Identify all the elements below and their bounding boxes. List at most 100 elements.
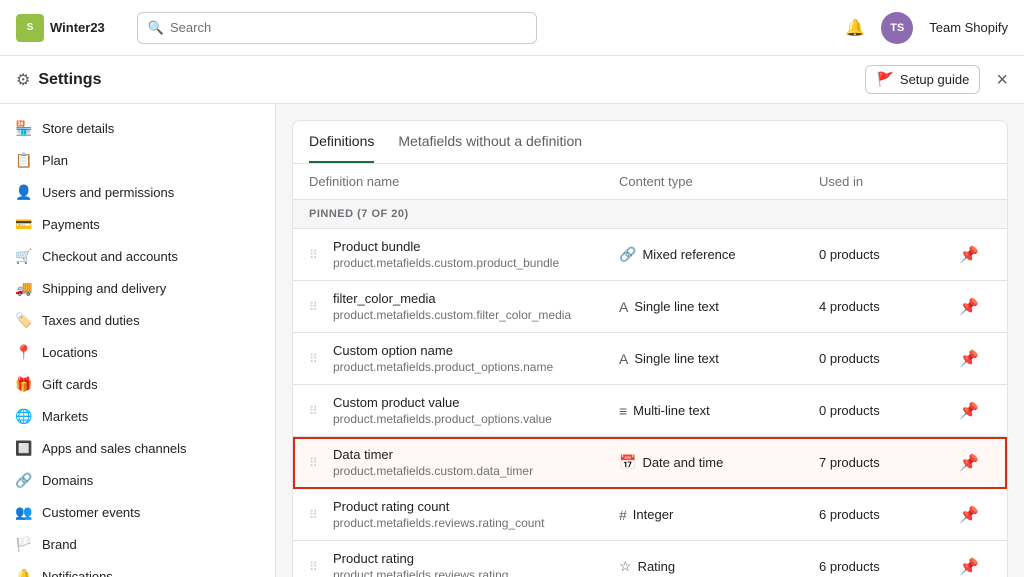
drag-handle-icon[interactable]: ⠿ — [309, 300, 333, 314]
pin-button-custom-product-value[interactable]: 📌 — [959, 401, 991, 421]
notifications-nav-icon: 🔔 — [16, 568, 32, 577]
sidebar-item-brand[interactable]: 🏳️Brand — [0, 528, 275, 560]
pin-button-product-bundle[interactable]: 📌 — [959, 245, 991, 265]
sidebar-item-notifications[interactable]: 🔔 Notifications — [0, 560, 275, 577]
topbar-right: 🔔 TS Team Shopify — [845, 12, 1008, 44]
pin-button-data-timer[interactable]: 📌 — [959, 453, 991, 473]
table-row-product-bundle[interactable]: ⠿Product bundleproduct.metafields.custom… — [293, 229, 1007, 281]
table-row-product-rating[interactable]: ⠿Product ratingproduct.metafields.review… — [293, 541, 1007, 577]
sidebar-item-markets[interactable]: 🌐 Markets — [0, 400, 275, 432]
settings-body: 🏪Store details📋Plan👤Users and permission… — [0, 104, 1024, 577]
app-window: S Winter23 🔍 Search 🔔 TS Team Shopify ⚙ … — [0, 0, 1024, 577]
users-permissions-nav-icon: 👤 — [16, 184, 32, 200]
sidebar-item-shipping-delivery[interactable]: 🚚 Shipping and delivery — [0, 272, 275, 304]
content-type-custom-product-value: ≡Multi-line text — [619, 403, 819, 419]
content-type-icon: # — [619, 507, 627, 523]
shipping-delivery-nav-icon: 🚚 — [16, 280, 32, 296]
content-type-label: Mixed reference — [642, 247, 735, 262]
table-row-product-rating-count[interactable]: ⠿Product rating countproduct.metafields.… — [293, 489, 1007, 541]
table-row-filter-color-media[interactable]: ⠿filter_color_mediaproduct.metafields.cu… — [293, 281, 1007, 333]
settings-window: ⚙ Settings 🚩 Setup guide × 🏪Store detail… — [0, 56, 1024, 577]
sidebar-item-label-taxes-duties: Taxes and duties — [42, 313, 140, 328]
def-name-data-timer: Data timerproduct.metafields.custom.data… — [333, 447, 619, 478]
app-logo: S Winter23 — [16, 14, 105, 42]
checkout-accounts-nav-icon: 🛒 — [16, 248, 32, 264]
table-body: PINNED (7 OF 20)⠿Product bundleproduct.m… — [293, 200, 1007, 577]
search-bar[interactable]: 🔍 Search — [137, 12, 537, 44]
def-name-filter-color-media: filter_color_mediaproduct.metafields.cus… — [333, 291, 619, 322]
pin-button-custom-option-name[interactable]: 📌 — [959, 349, 991, 369]
sidebar-item-label-markets: Markets — [42, 409, 88, 424]
content-type-product-bundle: 🔗Mixed reference — [619, 246, 819, 263]
sidebar-item-label-store-details: Store details — [42, 121, 114, 136]
content-type-label: Single line text — [634, 351, 719, 366]
content-type-custom-option-name: A Single line text — [619, 351, 819, 367]
sidebar-item-label-payments: Payments — [42, 217, 100, 232]
gear-icon: ⚙ — [16, 70, 30, 90]
table-header: Definition name Content type Used in — [293, 164, 1007, 200]
sidebar-item-label-notifications: Notifications — [42, 569, 113, 577]
used-in-product-rating: 6 products — [819, 559, 959, 574]
content-type-icon: A — [619, 351, 628, 367]
locations-nav-icon: 📍 — [16, 344, 32, 360]
sidebar-item-gift-cards[interactable]: 🎁Gift cards — [0, 368, 275, 400]
content-type-product-rating: ☆Rating — [619, 558, 819, 575]
def-name-product-bundle: Product bundleproduct.metafields.custom.… — [333, 239, 619, 270]
table-row-custom-option-name[interactable]: ⠿Custom option nameproduct.metafields.pr… — [293, 333, 1007, 385]
apps-sales-channels-nav-icon: 🔲 — [16, 440, 32, 456]
taxes-duties-nav-icon: 🏷️ — [16, 312, 32, 328]
drag-handle-icon[interactable]: ⠿ — [309, 248, 333, 262]
used-in-product-rating-count: 6 products — [819, 507, 959, 522]
tab-definitions[interactable]: Definitions — [309, 121, 374, 163]
def-name-custom-option-name: Custom option nameproduct.metafields.pro… — [333, 343, 619, 374]
customer-events-nav-icon: 👥 — [16, 504, 32, 520]
close-button[interactable]: × — [996, 70, 1008, 90]
sidebar-item-users-permissions[interactable]: 👤Users and permissions — [0, 176, 275, 208]
content-type-icon: ☆ — [619, 558, 632, 575]
topbar: S Winter23 🔍 Search 🔔 TS Team Shopify — [0, 0, 1024, 56]
drag-handle-icon[interactable]: ⠿ — [309, 456, 333, 470]
markets-nav-icon: 🌐 — [16, 408, 32, 424]
used-in-filter-color-media: 4 products — [819, 299, 959, 314]
drag-handle-icon[interactable]: ⠿ — [309, 404, 333, 418]
content-type-product-rating-count: # Integer — [619, 507, 819, 523]
sidebar-item-customer-events[interactable]: 👥Customer events — [0, 496, 275, 528]
content-card: Definitions Metafields without a definiti… — [292, 120, 1008, 577]
notification-bell-icon[interactable]: 🔔 — [845, 18, 865, 38]
drag-handle-icon[interactable]: ⠿ — [309, 560, 333, 574]
sidebar-item-domains[interactable]: 🔗Domains — [0, 464, 275, 496]
drag-handle-icon[interactable]: ⠿ — [309, 508, 333, 522]
sidebar-item-taxes-duties[interactable]: 🏷️ Taxes and duties — [0, 304, 275, 336]
def-name-custom-product-value: Custom product valueproduct.metafields.p… — [333, 395, 619, 426]
pin-button-product-rating[interactable]: 📌 — [959, 557, 991, 577]
settings-title: Settings — [38, 71, 101, 89]
sidebar-item-payments[interactable]: 💳Payments — [0, 208, 275, 240]
plan-nav-icon: 📋 — [16, 152, 32, 168]
sidebar-item-label-shipping-delivery: Shipping and delivery — [42, 281, 166, 296]
setup-guide-button[interactable]: 🚩 Setup guide — [865, 65, 980, 94]
sidebar: 🏪Store details📋Plan👤Users and permission… — [0, 104, 276, 577]
brand-nav-icon: 🏳️ — [16, 536, 32, 552]
sidebar-item-plan[interactable]: 📋Plan — [0, 144, 275, 176]
sidebar-item-apps-sales-channels[interactable]: 🔲Apps and sales channels — [0, 432, 275, 464]
drag-handle-icon[interactable]: ⠿ — [309, 352, 333, 366]
used-in-data-timer: 7 products — [819, 455, 959, 470]
tabs-container: Definitions Metafields without a definiti… — [293, 121, 1007, 164]
pin-button-filter-color-media[interactable]: 📌 — [959, 297, 991, 317]
table-row-custom-product-value[interactable]: ⠿Custom product valueproduct.metafields.… — [293, 385, 1007, 437]
settings-header-right: 🚩 Setup guide × — [865, 65, 1008, 94]
sidebar-item-locations[interactable]: 📍 Locations — [0, 336, 275, 368]
search-icon: 🔍 — [148, 20, 164, 36]
used-in-custom-product-value: 0 products — [819, 403, 959, 418]
sidebar-item-checkout-accounts[interactable]: 🛒Checkout and accounts — [0, 240, 275, 272]
content-type-filter-color-media: ASingle line text — [619, 299, 819, 315]
pin-button-product-rating-count[interactable]: 📌 — [959, 505, 991, 525]
content-type-label: Integer — [633, 507, 673, 522]
table-row-data-timer[interactable]: ⠿Data timerproduct.metafields.custom.dat… — [293, 437, 1007, 489]
sidebar-item-label-locations: Locations — [42, 345, 98, 360]
sidebar-item-store-details[interactable]: 🏪Store details — [0, 112, 275, 144]
username-label: Team Shopify — [929, 20, 1008, 35]
sidebar-item-label-domains: Domains — [42, 473, 93, 488]
setup-guide-label: Setup guide — [900, 72, 969, 87]
tab-metafields-no-def[interactable]: Metafields without a definition — [398, 121, 582, 163]
